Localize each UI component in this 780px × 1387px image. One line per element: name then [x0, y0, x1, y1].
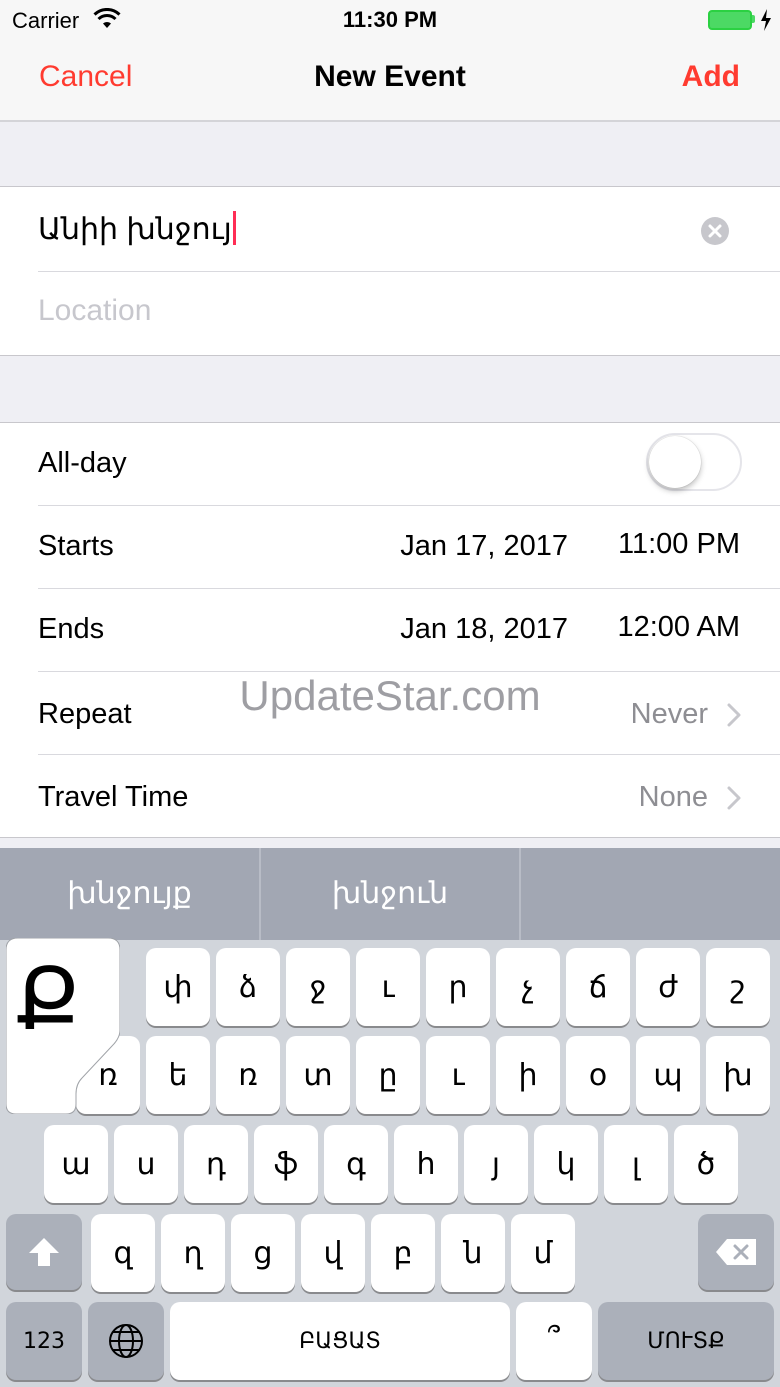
key-letter[interactable]: ջ	[286, 948, 350, 1026]
battery-tip	[752, 15, 755, 23]
event-info-group: Անիի խնջույ	[0, 186, 780, 356]
key-letter[interactable]: ձ	[216, 948, 280, 1026]
key-letter[interactable]: ց	[231, 1214, 295, 1292]
delete-key[interactable]	[698, 1214, 774, 1290]
title-field[interactable]: Անիի խնջույ	[38, 211, 236, 247]
travel-time-value: None	[638, 781, 708, 813]
key-letter[interactable]: ժ	[636, 948, 700, 1026]
key-letter[interactable]: ւ	[356, 948, 420, 1026]
key-letter[interactable]: վ	[301, 1214, 365, 1292]
globe-icon	[109, 1324, 143, 1358]
return-key[interactable]: ՄՈՒՏՔ	[598, 1302, 774, 1380]
suggestion-1[interactable]: խնջույք	[0, 848, 259, 940]
key-letter[interactable]: ր	[426, 948, 490, 1026]
punctuation-key[interactable]: ՞	[516, 1302, 592, 1380]
status-bar: Carrier 11:30 PM	[0, 0, 780, 40]
shift-icon	[29, 1238, 59, 1266]
page-title: New Event	[314, 60, 466, 93]
key-letter[interactable]: պ	[636, 1036, 700, 1114]
key-letter[interactable]: յ	[464, 1125, 528, 1203]
key-letter[interactable]: ֆ	[254, 1125, 318, 1203]
key-letter[interactable]: ա	[44, 1125, 108, 1203]
ends-label: Ends	[38, 613, 105, 645]
allday-row: All-day	[0, 423, 780, 505]
travel-time-row[interactable]: Travel Time None	[0, 755, 780, 837]
key-letter[interactable]: ս	[114, 1125, 178, 1203]
key-letter[interactable]: տ	[286, 1036, 350, 1114]
starts-label: Starts	[38, 530, 114, 562]
numbers-key[interactable]: 123	[6, 1302, 82, 1380]
travel-time-label: Travel Time	[38, 781, 189, 813]
key-letter[interactable]: ղ	[161, 1214, 225, 1292]
key-letter[interactable]: բ	[371, 1214, 435, 1292]
key-letter[interactable]: ե	[146, 1036, 210, 1114]
allday-toggle[interactable]	[646, 433, 742, 491]
key-letter[interactable]: մ	[511, 1214, 575, 1292]
ends-row[interactable]: Ends Jan 18, 2017 12:00 AM	[0, 589, 780, 671]
key-letter[interactable]: զ	[91, 1214, 155, 1292]
key-letter[interactable]: գ	[324, 1125, 388, 1203]
key-letter[interactable]: շ	[706, 948, 770, 1026]
location-input[interactable]	[38, 294, 738, 328]
suggestion-2[interactable]: խնջուն	[261, 848, 519, 940]
shift-key[interactable]	[6, 1214, 82, 1290]
suggestion-bar: խնջույք խնջուն	[0, 848, 780, 940]
starts-row[interactable]: Starts Jan 17, 2017 11:00 PM	[0, 506, 780, 588]
add-button[interactable]: Add	[682, 60, 740, 94]
charging-bolt-icon	[761, 9, 771, 31]
clear-text-button[interactable]	[701, 217, 729, 245]
screen: Carrier 11:30 PM Cancel New Event Add Ան…	[0, 0, 780, 1387]
starts-date[interactable]: Jan 17, 2017	[400, 530, 568, 563]
delete-icon	[716, 1239, 756, 1265]
toggle-knob	[649, 436, 701, 488]
key-letter[interactable]: չ	[496, 948, 560, 1026]
ends-time[interactable]: 12:00 AM	[617, 611, 740, 644]
starts-time[interactable]: 11:00 PM	[618, 528, 740, 561]
space-key[interactable]: ԲԱՑԱՏ	[170, 1302, 510, 1380]
key-letter[interactable]: ը	[356, 1036, 420, 1114]
key-letter[interactable]: դ	[184, 1125, 248, 1203]
watermark: UpdateStar.com	[239, 672, 541, 719]
key-letter[interactable]: խ	[706, 1036, 770, 1114]
event-details-group: All-day Starts Jan 17, 2017 11:00 PM End…	[0, 422, 780, 838]
title-text: Անիի խնջույ	[38, 213, 232, 246]
ends-date[interactable]: Jan 18, 2017	[400, 613, 568, 646]
key-popup-character: Ք	[15, 950, 81, 1050]
key-letter[interactable]: ճ	[566, 948, 630, 1026]
key-letter[interactable]: լ	[604, 1125, 668, 1203]
key-letter[interactable]: փ	[146, 948, 210, 1026]
key-letter[interactable]: ն	[441, 1214, 505, 1292]
key-letter[interactable]: ծ	[674, 1125, 738, 1203]
key-letter[interactable]: ռ	[216, 1036, 280, 1114]
key-letter[interactable]: հ	[394, 1125, 458, 1203]
key-letter[interactable]: օ	[566, 1036, 630, 1114]
key-letter[interactable]: ւ	[426, 1036, 490, 1114]
allday-label: All-day	[38, 447, 127, 479]
title-row[interactable]: Անիի խնջույ	[0, 187, 780, 271]
navigation-bar: Cancel New Event Add	[0, 40, 780, 122]
clear-icon	[708, 224, 722, 238]
key-letter[interactable]: ի	[496, 1036, 560, 1114]
location-row	[0, 272, 780, 356]
key-letter[interactable]: կ	[534, 1125, 598, 1203]
chevron-right-icon	[727, 786, 741, 810]
globe-key[interactable]	[88, 1302, 164, 1380]
suggestion-3[interactable]	[521, 848, 780, 940]
battery-icon	[708, 10, 752, 30]
status-time: 11:30 PM	[342, 7, 438, 32]
text-caret	[232, 211, 236, 245]
